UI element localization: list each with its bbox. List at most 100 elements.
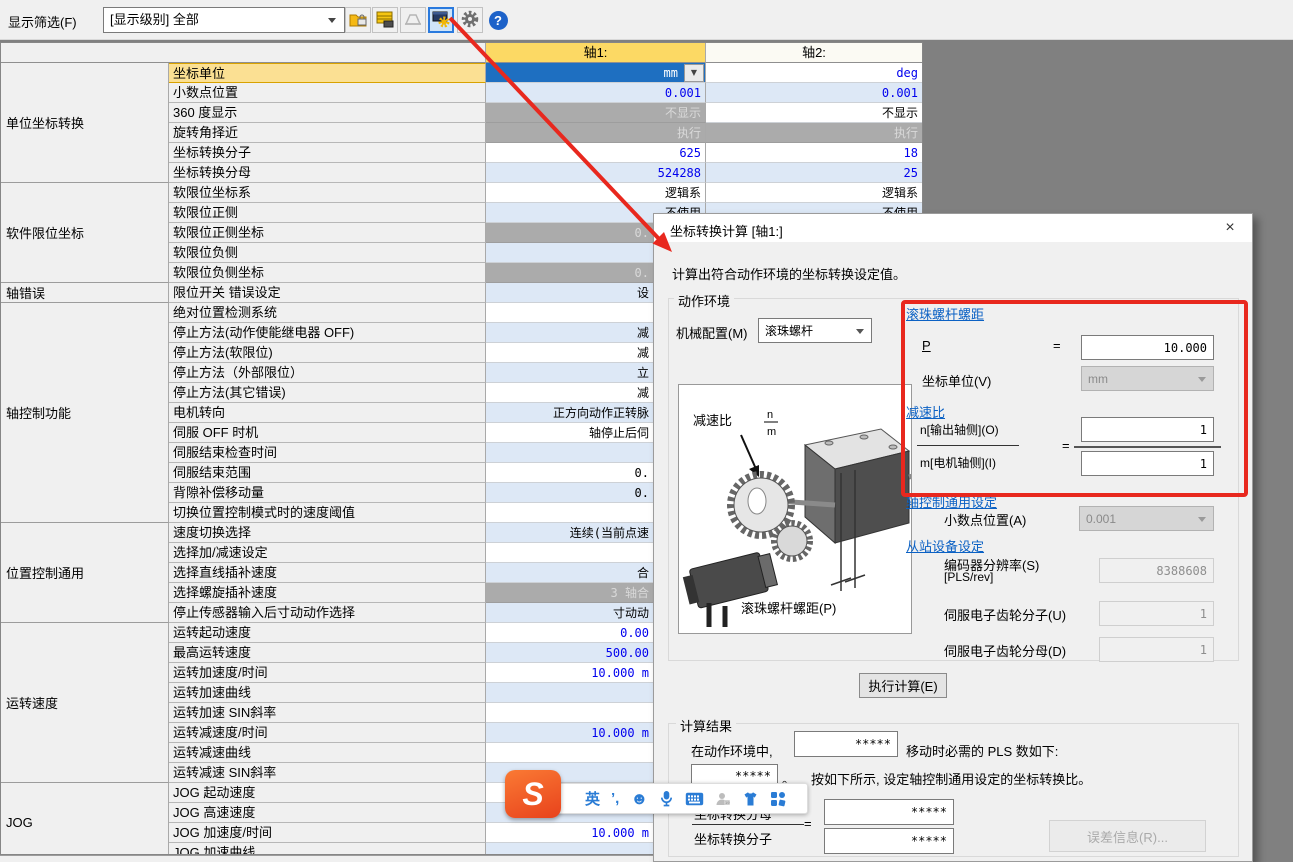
axis2-value-cell[interactable]: 不显示 — [706, 103, 922, 123]
axis1-value-cell[interactable]: mm▼ — [486, 63, 706, 83]
axis2-value-cell[interactable]: 25 — [706, 163, 922, 183]
param-name-cell[interactable]: 伺服结束范围 — [169, 463, 486, 483]
toolbox-icon[interactable] — [770, 791, 786, 807]
table-row: 坐标转换分子62518 — [169, 143, 922, 163]
reduction-ratio-link[interactable]: 减速比 — [906, 402, 945, 421]
header-blank-cell — [1, 43, 486, 63]
settings-button[interactable] — [457, 7, 483, 33]
param-name-cell[interactable]: 旋转角择近 — [169, 123, 486, 143]
microphone-icon[interactable] — [659, 790, 674, 807]
encoder-unit-label: [PLS/rev] — [944, 570, 993, 584]
axis1-value-cell[interactable]: 0.001 — [486, 83, 706, 103]
axis2-value-cell[interactable]: 18 — [706, 143, 922, 163]
axis2-value-cell[interactable]: 0.001 — [706, 83, 922, 103]
sogou-logo[interactable]: S — [505, 770, 561, 818]
error-info-button[interactable]: 误差信息(R)... — [1049, 820, 1206, 852]
param-name-cell[interactable]: 最高运转速度 — [169, 643, 486, 663]
table-row: 360 度显示不显示不显示 — [169, 103, 922, 123]
group-cell: 单位坐标转换 — [1, 63, 169, 183]
dropdown-button[interactable]: ▼ — [684, 64, 704, 82]
group-cell: 轴错误 — [1, 283, 169, 303]
param-name-cell[interactable]: 坐标单位 — [169, 63, 486, 83]
param-name-cell[interactable]: JOG 起动速度 — [169, 783, 486, 803]
param-name-cell[interactable]: 软限位正侧 — [169, 203, 486, 223]
param-name-cell[interactable]: 限位开关 错误设定 — [169, 283, 486, 303]
param-name-cell[interactable]: 选择直线插补速度 — [169, 563, 486, 583]
param-name-cell[interactable]: 软限位负侧 — [169, 243, 486, 263]
param-name-cell[interactable]: 速度切换选择 — [169, 523, 486, 543]
axis1-value-cell[interactable]: 625 — [486, 143, 706, 163]
ime-mode-button[interactable]: 英 — [585, 788, 600, 809]
param-name-cell[interactable]: 运转减速 SIN斜率 — [169, 763, 486, 783]
label-fraction-line — [917, 445, 1019, 446]
skin-icon[interactable] — [742, 791, 759, 807]
axis2-value-cell[interactable]: 逻辑系 — [706, 183, 922, 203]
axis2-value-cell[interactable]: 执行 — [706, 123, 922, 143]
param-name-cell[interactable]: 运转减速曲线 — [169, 743, 486, 763]
param-name-cell[interactable]: 电机转向 — [169, 403, 486, 423]
param-name-cell[interactable]: 停止方法(其它错误) — [169, 383, 486, 403]
parameter-io-button[interactable] — [345, 7, 371, 33]
param-name-cell[interactable]: 选择螺旋插补速度 — [169, 583, 486, 603]
param-name-cell[interactable]: 小数点位置 — [169, 83, 486, 103]
dialog-titlebar[interactable]: 坐标转换计算 [轴1:] × — [654, 214, 1252, 242]
param-name-cell[interactable]: 背隙补偿移动量 — [169, 483, 486, 503]
param-name-cell[interactable]: 运转加速度/时间 — [169, 663, 486, 683]
param-name-cell[interactable]: 软限位正侧坐标 — [169, 223, 486, 243]
emoji-icon[interactable]: ☻ — [630, 789, 648, 809]
svg-text:19: 19 — [725, 800, 730, 805]
param-name-cell[interactable]: 停止方法(动作使能继电器 OFF) — [169, 323, 486, 343]
param-name-cell[interactable]: 运转加速曲线 — [169, 683, 486, 703]
close-icon[interactable]: × — [1220, 218, 1240, 238]
param-name-cell[interactable]: 停止方法(软限位) — [169, 343, 486, 363]
param-name-cell[interactable]: JOG 加速度/时间 — [169, 823, 486, 843]
axis1-value-cell[interactable]: 不显示 — [486, 103, 706, 123]
graph-button[interactable] — [400, 7, 426, 33]
axis1-value-cell[interactable]: 执行 — [486, 123, 706, 143]
result-pls-field: ***** — [794, 731, 898, 757]
param-name-cell[interactable]: 绝对位置检测系统 — [169, 303, 486, 323]
param-name-cell[interactable]: 伺服 OFF 时机 — [169, 423, 486, 443]
param-name-cell[interactable]: 停止方法（外部限位） — [169, 363, 486, 383]
selected-value: mm — [486, 66, 684, 80]
slave-device-link[interactable]: 从站设备设定 — [906, 536, 984, 555]
param-name-cell[interactable]: JOG 加速曲线 — [169, 843, 486, 855]
execute-calc-button[interactable]: 执行计算(E) — [859, 673, 947, 698]
param-name-cell[interactable]: JOG 高速速度 — [169, 803, 486, 823]
axis2-value-cell[interactable]: deg — [706, 63, 922, 83]
param-name-cell[interactable]: 运转减速度/时间 — [169, 723, 486, 743]
punctuation-icon[interactable]: ’, — [611, 790, 619, 807]
coordinate-conversion-button[interactable] — [428, 7, 454, 33]
param-name-cell[interactable]: 伺服结束检查时间 — [169, 443, 486, 463]
machine-config-label: 机械配置(M) — [676, 323, 748, 342]
write-table-button[interactable] — [372, 7, 398, 33]
header-axis1-cell[interactable]: 轴1: — [486, 43, 706, 63]
ratio-numerator: n — [767, 409, 773, 421]
axis1-value-cell[interactable]: 逻辑系 — [486, 183, 706, 203]
param-name-cell[interactable]: 切换位置控制模式时的速度阈值 — [169, 503, 486, 523]
keyboard-icon[interactable] — [685, 792, 704, 806]
param-name-cell[interactable]: 停止传感器输入后寸动动作选择 — [169, 603, 486, 623]
display-level-select[interactable]: [显示级别] 全部 — [103, 7, 345, 33]
param-name-cell[interactable]: 坐标转换分子 — [169, 143, 486, 163]
machine-config-select[interactable]: 滚珠螺杆 — [758, 318, 872, 343]
param-name-cell[interactable]: 运转起动速度 — [169, 623, 486, 643]
ratio-den-input[interactable]: 1 — [1081, 451, 1214, 476]
param-name-cell[interactable]: 选择加/减速设定 — [169, 543, 486, 563]
param-name-cell[interactable]: 运转加速 SIN斜率 — [169, 703, 486, 723]
table-row: 软限位坐标系逻辑系逻辑系 — [169, 183, 922, 203]
person-icon[interactable]: 19 — [715, 791, 731, 807]
ratio-num-input[interactable]: 1 — [1081, 417, 1214, 442]
unit-label: 坐标单位(V) — [922, 371, 991, 390]
axis1-value-cell[interactable]: 524288 — [486, 163, 706, 183]
axis-common-link[interactable]: 轴控制通用设定 — [906, 492, 997, 511]
param-name-cell[interactable]: 软限位坐标系 — [169, 183, 486, 203]
param-name-cell[interactable]: 软限位负侧坐标 — [169, 263, 486, 283]
header-axis2-cell[interactable]: 轴2: — [706, 43, 922, 63]
param-name-cell[interactable]: 360 度显示 — [169, 103, 486, 123]
help-button[interactable]: ? — [485, 7, 511, 33]
ime-bar: 英 ’, ☻ 19 — [552, 783, 808, 814]
param-name-cell[interactable]: 坐标转换分母 — [169, 163, 486, 183]
ball-screw-pitch-link[interactable]: 滚珠螺杆螺距 — [906, 304, 984, 323]
pitch-input[interactable]: 10.000 — [1081, 335, 1214, 360]
